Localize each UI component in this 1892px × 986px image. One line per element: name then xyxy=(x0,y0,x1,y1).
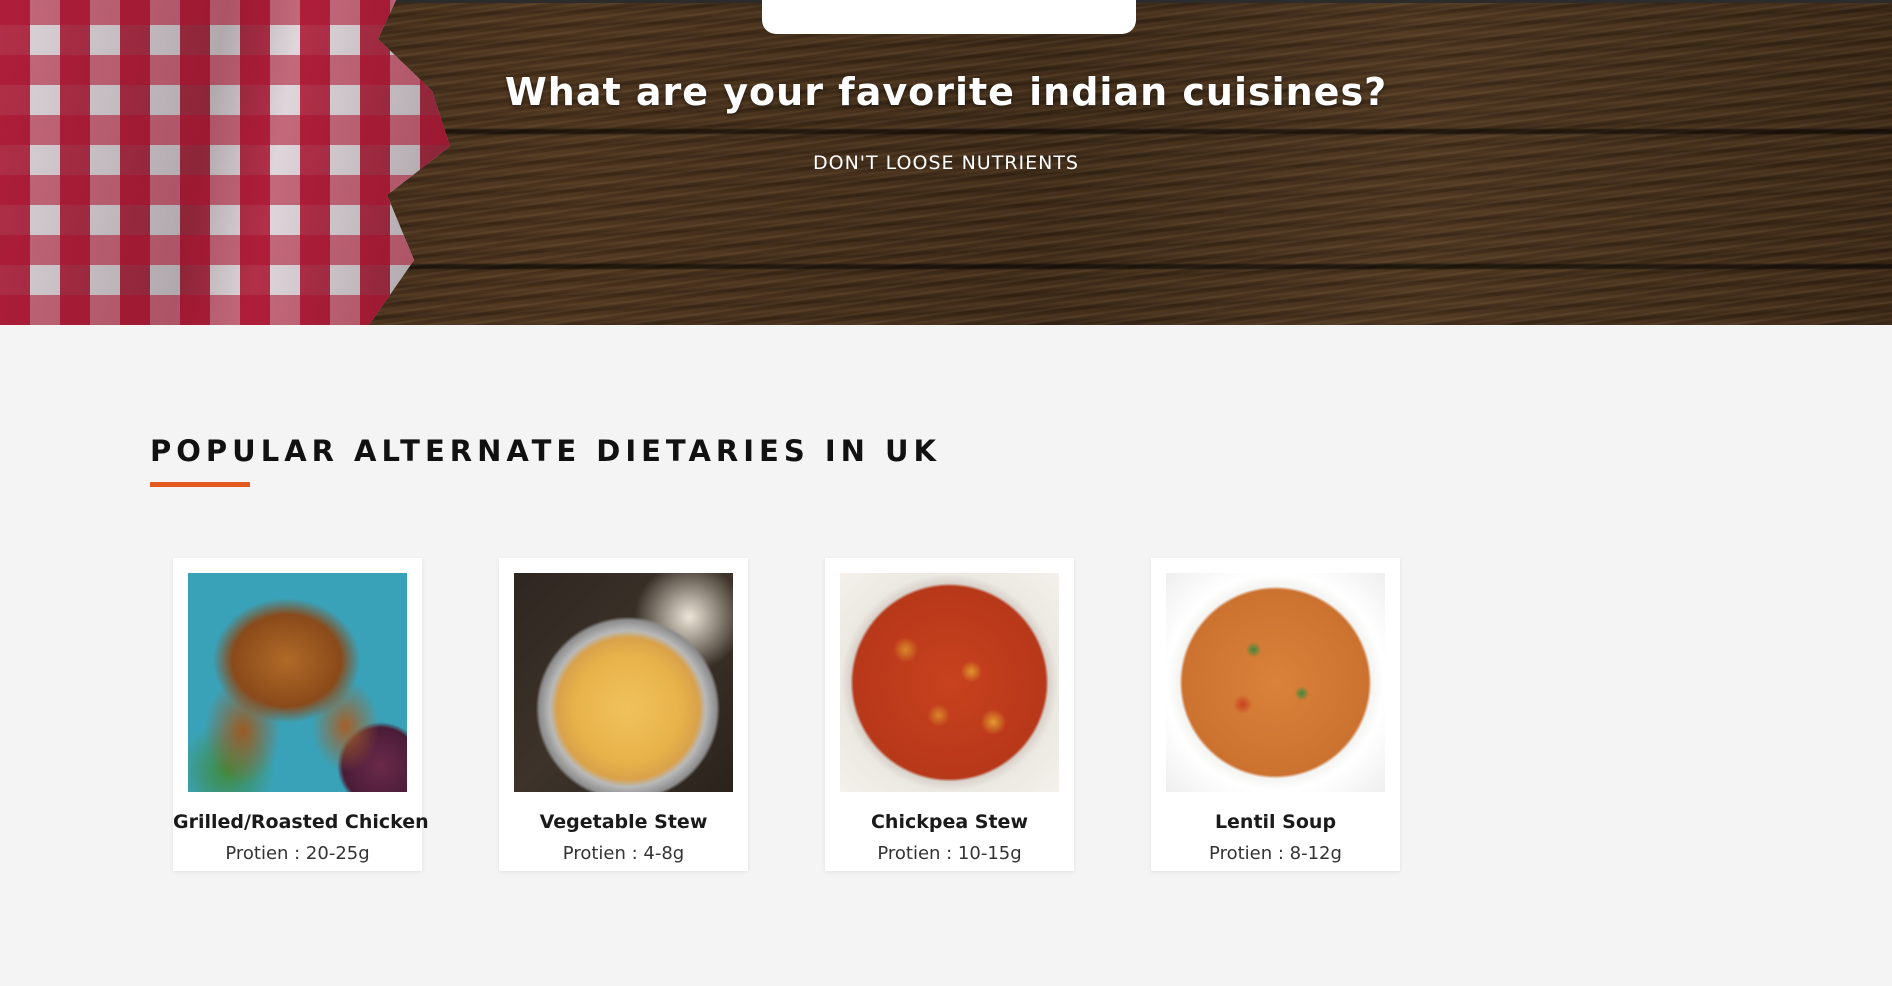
dish-protein: Protien : 10-15g xyxy=(877,843,1022,864)
dish-card-list: Grilled/Roasted Chicken Protien : 20-25g… xyxy=(173,558,1400,871)
dish-name: Lentil Soup xyxy=(1214,811,1337,833)
dish-name: Vegetable Stew xyxy=(539,811,708,833)
dish-protein: Protien : 20-25g xyxy=(225,843,370,864)
vegetable-stew-image xyxy=(514,573,733,792)
section-heading: POPULAR ALTERNATE DIETARIES IN UK xyxy=(150,434,941,468)
dish-name: Grilled/Roasted Chicken xyxy=(173,811,429,833)
dish-card[interactable]: Vegetable Stew Protien : 4-8g xyxy=(499,558,748,871)
dish-protein: Protien : 4-8g xyxy=(562,843,685,864)
lentil-soup-image xyxy=(1166,573,1385,792)
dish-name: Chickpea Stew xyxy=(870,811,1028,833)
chickpea-stew-image xyxy=(840,573,1059,792)
heading-underline xyxy=(150,482,250,487)
grilled-chicken-image xyxy=(188,573,407,792)
hero-subtitle: DON'T LOOSE NUTRIENTS xyxy=(812,152,1079,174)
hero-title: What are your favorite indian cuisines? xyxy=(504,70,1388,114)
dish-protein: Protien : 8-12g xyxy=(1209,843,1342,864)
search-bar-tab[interactable] xyxy=(762,0,1136,34)
hero-banner: What are your favorite indian cuisines? … xyxy=(0,0,1892,325)
dish-card[interactable]: Chickpea Stew Protien : 10-15g xyxy=(825,558,1074,871)
dish-card[interactable]: Lentil Soup Protien : 8-12g xyxy=(1151,558,1400,871)
dish-card[interactable]: Grilled/Roasted Chicken Protien : 20-25g xyxy=(173,558,429,871)
